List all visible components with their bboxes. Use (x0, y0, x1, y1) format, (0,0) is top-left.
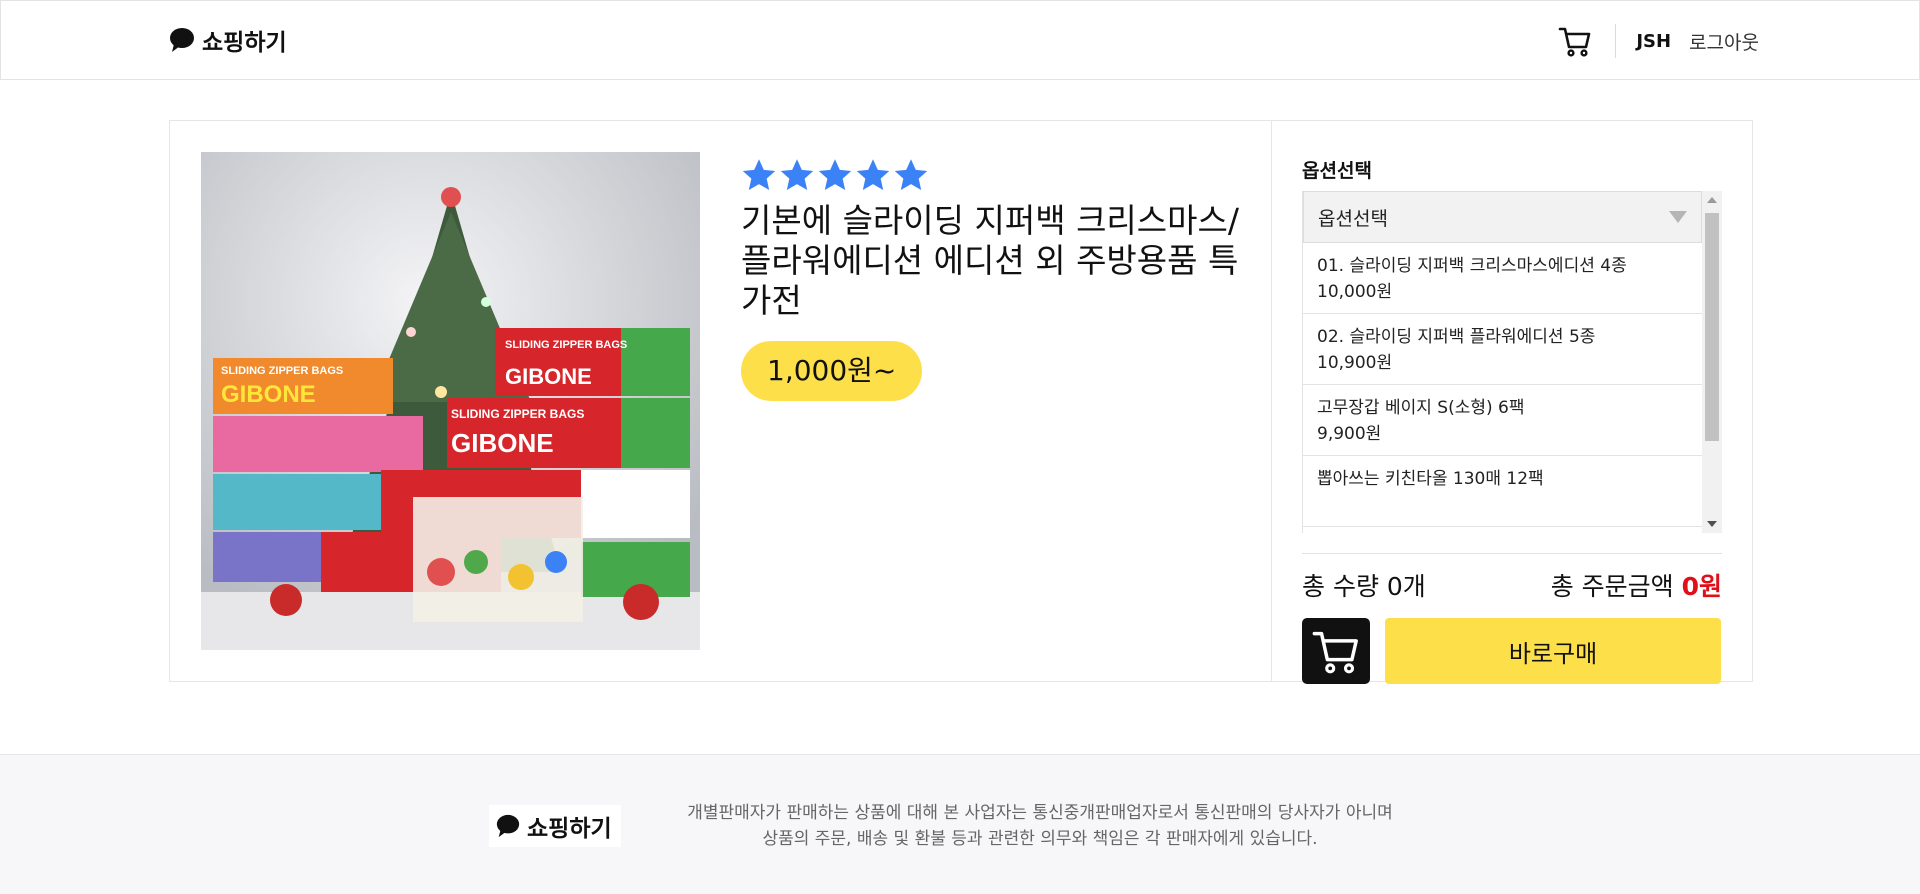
product-info: 기본에 슬라이딩 지퍼백 크리스마스/플라워에디션 에디션 외 주방용품 특가전… (741, 157, 1241, 401)
dropdown-arrow-icon (1669, 211, 1687, 223)
star-icon (742, 159, 776, 190)
logo-text: 쇼핑하기 (202, 30, 287, 56)
star-icon (818, 159, 852, 190)
total-amount: 총 주문금액 0원 (1551, 567, 1722, 603)
product-image: GIBONE SLIDING ZIPPER BAGS GIBONE SLIDIN… (201, 152, 700, 650)
purchase-actions: 바로구매 (1302, 618, 1722, 684)
scroll-thumb[interactable] (1705, 213, 1719, 441)
top-header: 쇼핑하기 JSH 로그아웃 (0, 0, 1920, 80)
image-box-label: SLIDING ZIPPER BAGS (451, 407, 584, 421)
option-name: 01. 슬라이딩 지퍼백 크리스마스에디션 4종 (1317, 256, 1627, 276)
product-title: 기본에 슬라이딩 지퍼백 크리스마스/플라워에디션 에디션 외 주방용품 특가전 (741, 201, 1239, 320)
order-totals: 총 수량 0개 총 주문금액 0원 (1302, 554, 1722, 616)
nav-divider (1615, 24, 1617, 58)
option-price: 9,900원 (1317, 424, 1382, 444)
cart-icon[interactable] (1557, 23, 1593, 59)
add-to-cart-button[interactable] (1302, 618, 1370, 684)
option-item[interactable]: 고무장갑 베이지 S(소형) 6팩 9,900원 (1303, 385, 1702, 456)
footer: 쇼핑하기 개별판매자가 판매하는 상품에 대해 본 사업자는 통신중개판매업자로… (0, 754, 1920, 894)
buy-now-button[interactable]: 바로구매 (1385, 618, 1721, 684)
star-icon (780, 159, 814, 190)
total-amount-label: 총 주문금액 (1550, 572, 1674, 601)
card-divider (1271, 121, 1272, 681)
footer-disclaimer-line: 상품의 주문, 배송 및 환불 등과 관련한 의무와 책임은 각 판매자에게 있… (762, 829, 1318, 849)
image-brand-text: GIBONE (505, 364, 592, 389)
scroll-down-icon[interactable] (1707, 521, 1717, 527)
chat-bubble-icon (170, 28, 194, 52)
chat-bubble-icon (496, 814, 520, 838)
option-select-label: 옵션선택 (1318, 207, 1388, 230)
logo[interactable]: 쇼핑하기 (168, 23, 287, 57)
option-listbox[interactable]: 옵션선택 01. 슬라이딩 지퍼백 크리스마스에디션 4종 10,000원 02… (1302, 191, 1722, 533)
option-heading: 옵션선택 (1302, 160, 1372, 182)
star-icon (894, 159, 928, 190)
rating-stars (741, 157, 1241, 197)
option-scrollbar[interactable] (1702, 191, 1722, 533)
option-item[interactable]: 뽑아쓰는 키친타올 130매 12팩 (1303, 456, 1702, 527)
image-brand-text: GIBONE (451, 428, 554, 458)
logout-link[interactable]: 로그아웃 (1689, 28, 1759, 55)
option-select[interactable]: 옵션선택 (1303, 191, 1702, 243)
footer-logo-text: 쇼핑하기 (527, 816, 612, 842)
user-name[interactable]: JSH (1636, 31, 1671, 52)
price-badge: 1,000원~ (741, 341, 923, 401)
footer-logo[interactable]: 쇼핑하기 (489, 805, 621, 847)
cart-icon (1312, 631, 1358, 674)
image-box-label: SLIDING ZIPPER BAGS (221, 365, 343, 377)
option-name: 02. 슬라이딩 지퍼백 플라워에디션 5종 (1317, 327, 1596, 347)
option-price: 10,000원 (1317, 282, 1393, 302)
footer-disclaimer-line: 개별판매자가 판매하는 상품에 대해 본 사업자는 통신중개판매업자로서 통신판… (687, 803, 1393, 823)
option-name: 고무장갑 베이지 S(소형) 6팩 (1317, 398, 1525, 418)
option-panel: 옵션선택 옵션선택 01. 슬라이딩 지퍼백 크리스마스에디션 4종 10,00… (1302, 151, 1722, 684)
scroll-up-icon[interactable] (1707, 197, 1717, 203)
image-brand-text: GIBONE (221, 381, 316, 408)
star-icon (856, 159, 890, 190)
option-item[interactable]: 01. 슬라이딩 지퍼백 크리스마스에디션 4종 10,000원 (1303, 243, 1702, 314)
total-amount-value: 0원 (1681, 572, 1722, 601)
option-price: 10,900원 (1317, 353, 1393, 373)
option-name: 뽑아쓰는 키친타올 130매 12팩 (1317, 469, 1544, 489)
image-box-label: SLIDING ZIPPER BAGS (505, 339, 627, 351)
option-list[interactable]: 옵션선택 01. 슬라이딩 지퍼백 크리스마스에디션 4종 10,000원 02… (1302, 191, 1702, 533)
product-card: GIBONE SLIDING ZIPPER BAGS GIBONE SLIDIN… (169, 120, 1753, 684)
footer-disclaimer: 개별판매자가 판매하는 상품에 대해 본 사업자는 통신중개판매업자로서 통신판… (640, 800, 1440, 852)
total-quantity: 총 수량 0개 (1302, 572, 1426, 601)
header-nav: JSH 로그아웃 (1557, 1, 1759, 81)
option-item[interactable]: 02. 슬라이딩 지퍼백 플라워에디션 5종 10,900원 (1303, 314, 1702, 385)
